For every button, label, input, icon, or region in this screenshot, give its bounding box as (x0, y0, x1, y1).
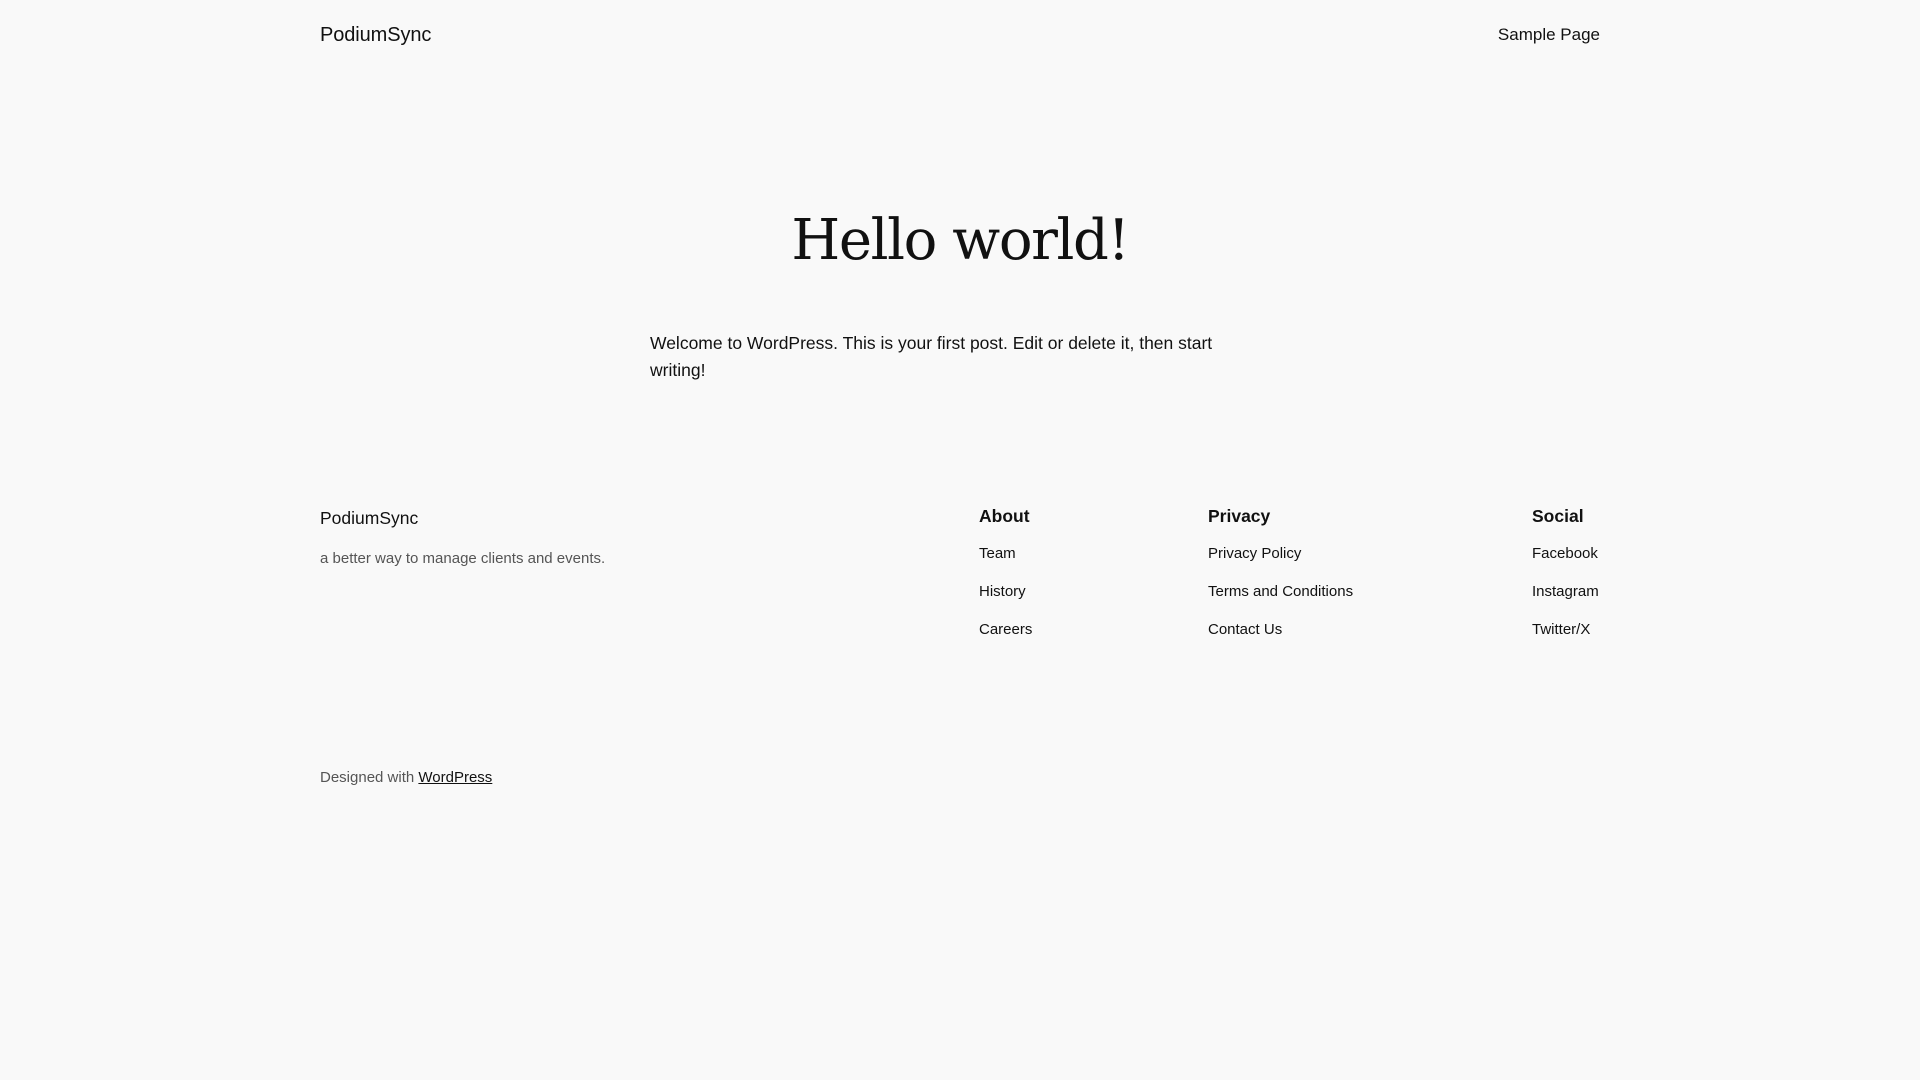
nav-link-sample-page[interactable]: Sample Page (1498, 25, 1600, 44)
footer-tagline: a better way to manage clients and event… (320, 550, 606, 567)
post-title: Hello world! (791, 208, 1130, 273)
footer-link-careers[interactable]: Careers (979, 621, 1032, 638)
footer-column-about: About Team History Careers (979, 506, 1032, 658)
page: PodiumSync Sample Page Hello world! Welc… (0, 0, 1920, 1080)
credits-prefix: Designed with (320, 769, 419, 786)
footer-link-contact-us[interactable]: Contact Us (1208, 621, 1282, 638)
wordpress-link[interactable]: WordPress (418, 769, 492, 786)
footer-column-social: Social Facebook Instagram Twitter/X (1532, 506, 1599, 658)
footer-column-heading: About (979, 506, 1030, 526)
footer-link-team[interactable]: Team (979, 545, 1016, 562)
site-header: PodiumSync Sample Page (320, 22, 1600, 48)
footer-link-list: Privacy Policy Terms and Conditions Cont… (1208, 544, 1353, 639)
footer-brand: PodiumSync a better way to manage client… (320, 508, 720, 567)
footer-link-list: Facebook Instagram Twitter/X (1532, 544, 1599, 639)
footer-link-terms[interactable]: Terms and Conditions (1208, 583, 1353, 600)
site-title-link[interactable]: PodiumSync (320, 24, 431, 47)
footer-link-twitter[interactable]: Twitter/X (1532, 621, 1590, 638)
footer-link-history[interactable]: History (979, 583, 1026, 600)
footer-link-list: Team History Careers (979, 544, 1032, 639)
footer-column-heading: Privacy (1208, 506, 1271, 526)
footer-column-heading: Social (1532, 506, 1584, 526)
footer-site-title-link[interactable]: PodiumSync (320, 508, 418, 528)
footer-link-facebook[interactable]: Facebook (1532, 545, 1598, 562)
post-content: Welcome to WordPress. This is your first… (650, 333, 1213, 380)
footer-credits: Designed with WordPress (320, 769, 492, 786)
primary-nav: Sample Page (1498, 25, 1600, 45)
footer-column-privacy: Privacy Privacy Policy Terms and Conditi… (1208, 506, 1353, 658)
footer-link-instagram[interactable]: Instagram (1532, 583, 1599, 600)
footer-link-privacy-policy[interactable]: Privacy Policy (1208, 545, 1301, 562)
